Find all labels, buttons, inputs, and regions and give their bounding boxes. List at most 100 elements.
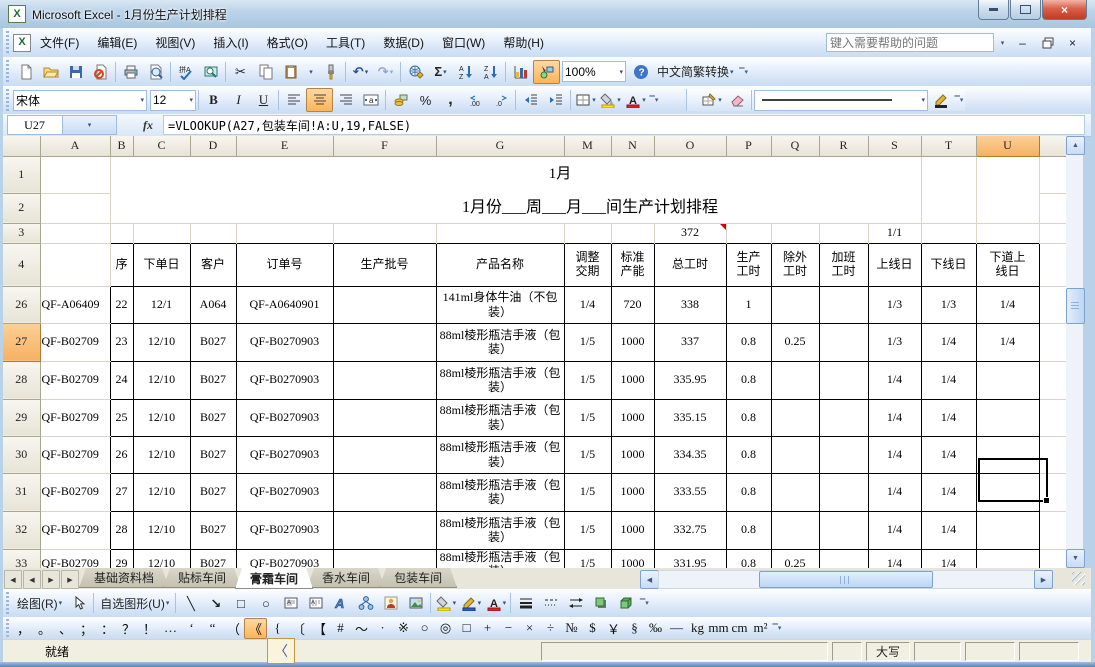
cell-title-1[interactable]: 1月 bbox=[110, 156, 921, 193]
toolbar-grip[interactable] bbox=[5, 592, 10, 614]
cell[interactable]: QF-A06409 bbox=[40, 286, 110, 323]
research-button[interactable] bbox=[198, 61, 223, 83]
cell[interactable]: 26 bbox=[110, 436, 133, 473]
menu-item[interactable]: 数据(D) bbox=[374, 32, 433, 54]
symbol-button[interactable]: — bbox=[666, 619, 687, 638]
toolbar-options-chevron[interactable]: ▔▾ bbox=[638, 592, 650, 614]
cell[interactable]: 1/4 bbox=[868, 436, 921, 473]
cell[interactable]: QF-B02709 bbox=[40, 549, 110, 568]
shape-line-color-button[interactable]: ▾ bbox=[458, 592, 483, 614]
cell[interactable]: 1000 bbox=[611, 323, 654, 361]
cell[interactable]: 88ml棱形瓶洁手液（包装） bbox=[436, 361, 564, 399]
cell[interactable]: 0.8 bbox=[726, 436, 771, 473]
cell[interactable]: 12/10 bbox=[133, 361, 190, 399]
cell[interactable] bbox=[976, 156, 1039, 193]
horizontal-scrollbar[interactable] bbox=[658, 570, 1035, 589]
cell[interactable]: QF-B0270903 bbox=[236, 361, 333, 399]
cell[interactable]: QF-B0270903 bbox=[236, 473, 333, 511]
cell[interactable] bbox=[771, 511, 819, 549]
permission-button[interactable] bbox=[88, 61, 113, 83]
row-header[interactable]: 1 bbox=[3, 156, 40, 193]
autosum-button[interactable]: Σ▾ bbox=[428, 61, 453, 83]
symbol-button[interactable]: ， bbox=[13, 619, 34, 638]
cell[interactable]: 0.8 bbox=[726, 549, 771, 568]
sheet-tab-包装车间[interactable]: 包装车间 bbox=[379, 568, 457, 588]
open-button[interactable] bbox=[38, 61, 63, 83]
toolbar-options-chevron[interactable]: ▔▾ bbox=[953, 89, 965, 111]
cell[interactable]: QF-B02709 bbox=[40, 436, 110, 473]
row-header-selected[interactable]: 27 bbox=[3, 323, 40, 361]
cell[interactable]: 1/3 bbox=[868, 286, 921, 323]
cell[interactable] bbox=[333, 286, 436, 323]
cell-total-hours-372[interactable]: 372 bbox=[654, 223, 726, 243]
cell[interactable] bbox=[40, 156, 110, 193]
merge-center-button[interactable]: a bbox=[358, 89, 383, 111]
toolbar-options-chevron[interactable]: ▔▾ bbox=[648, 89, 660, 111]
symbol-button[interactable]: “ bbox=[202, 619, 223, 638]
cell-header[interactable]: 下线日 bbox=[921, 243, 976, 286]
symbol-button[interactable]: · bbox=[372, 619, 393, 638]
cell[interactable] bbox=[921, 156, 976, 193]
cell[interactable] bbox=[976, 549, 1039, 568]
comma-style-button[interactable]: , bbox=[438, 89, 463, 111]
symbol-button[interactable]: ￥ bbox=[603, 619, 624, 638]
symbol-button[interactable]: ！ bbox=[139, 619, 160, 638]
cell[interactable]: 333.55 bbox=[654, 473, 726, 511]
cell[interactable]: 88ml棱形瓶洁手液（包装） bbox=[436, 323, 564, 361]
select-objects-button[interactable] bbox=[66, 592, 91, 614]
cell[interactable]: 0.8 bbox=[726, 361, 771, 399]
cell[interactable] bbox=[771, 473, 819, 511]
last-sheet-button[interactable]: ▶ bbox=[61, 570, 79, 589]
print-button[interactable] bbox=[118, 61, 143, 83]
cell[interactable] bbox=[436, 223, 564, 243]
cell[interactable] bbox=[771, 399, 819, 436]
symbol-button-pressed[interactable]: 《 bbox=[244, 618, 267, 639]
sort-ascending-button[interactable]: AZ bbox=[453, 61, 478, 83]
symbol-button[interactable]: { bbox=[267, 619, 288, 638]
cell-header[interactable]: 序 bbox=[110, 243, 133, 286]
cell[interactable]: 88ml棱形瓶洁手液（包装） bbox=[436, 511, 564, 549]
cut-button[interactable]: ✂ bbox=[228, 61, 253, 83]
cell[interactable]: 1000 bbox=[611, 399, 654, 436]
cell[interactable]: 12/10 bbox=[133, 323, 190, 361]
cell[interactable] bbox=[190, 223, 236, 243]
cell[interactable]: 1/4 bbox=[921, 399, 976, 436]
cell[interactable]: 1/4 bbox=[868, 473, 921, 511]
symbol-button[interactable]: … bbox=[160, 619, 181, 638]
prev-sheet-button[interactable]: ◀ bbox=[23, 570, 41, 589]
row-header[interactable]: 26 bbox=[3, 286, 40, 323]
draw-border-button[interactable]: ▾ bbox=[699, 89, 724, 111]
cell[interactable] bbox=[819, 436, 868, 473]
underline-button[interactable]: U bbox=[251, 89, 276, 111]
cell[interactable]: 332.75 bbox=[654, 511, 726, 549]
symbol-button[interactable]: □ bbox=[456, 619, 477, 638]
cell-header[interactable]: 总工时 bbox=[654, 243, 726, 286]
cell[interactable] bbox=[333, 323, 436, 361]
close-button[interactable]: × bbox=[1042, 0, 1087, 20]
cell[interactable]: 1000 bbox=[611, 361, 654, 399]
line-style-button[interactable] bbox=[513, 592, 538, 614]
toolbar-options-chevron[interactable]: ▔▾ bbox=[771, 617, 783, 639]
window-minimize-button[interactable]: – bbox=[1010, 32, 1035, 54]
menu-item[interactable]: 工具(T) bbox=[317, 32, 374, 54]
symbol-button[interactable]: ？ bbox=[118, 619, 139, 638]
column-header[interactable]: A bbox=[40, 136, 110, 156]
print-preview-button[interactable] bbox=[143, 61, 168, 83]
cell[interactable] bbox=[333, 511, 436, 549]
symbol-button[interactable]: − bbox=[498, 619, 519, 638]
vertical-scrollbar[interactable]: ▲ ▼ bbox=[1066, 136, 1083, 568]
cell[interactable]: 0.8 bbox=[726, 323, 771, 361]
symbol-button[interactable]: ； bbox=[76, 619, 97, 638]
paste-dropdown[interactable]: ▾ bbox=[303, 61, 318, 83]
cell[interactable] bbox=[921, 223, 976, 243]
cell[interactable] bbox=[333, 399, 436, 436]
symbol-button[interactable]: $ bbox=[582, 619, 603, 638]
cell[interactable]: QF-B0270903 bbox=[236, 549, 333, 568]
cell[interactable]: 12/10 bbox=[133, 511, 190, 549]
cell[interactable]: 337 bbox=[654, 323, 726, 361]
row-header[interactable]: 31 bbox=[3, 473, 40, 511]
cell[interactable] bbox=[771, 361, 819, 399]
format-painter-button[interactable] bbox=[318, 61, 343, 83]
menu-item[interactable]: 窗口(W) bbox=[433, 32, 494, 54]
cell[interactable]: 335.95 bbox=[654, 361, 726, 399]
